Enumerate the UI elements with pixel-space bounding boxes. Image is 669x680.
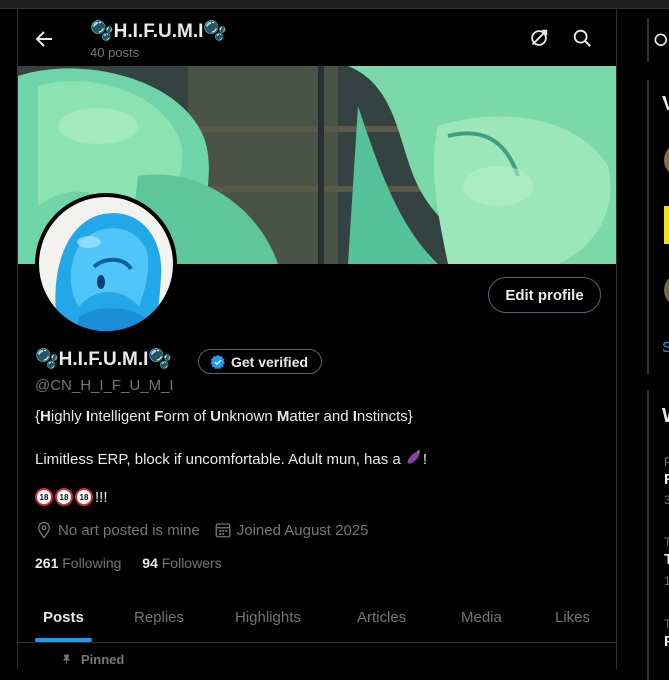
- pinned-label: Pinned: [60, 652, 124, 667]
- location-text: No art posted is mine: [58, 521, 200, 539]
- active-tab-indicator: [35, 638, 92, 642]
- location-icon: [38, 521, 50, 539]
- bio-text: orm of: [163, 408, 211, 425]
- sidebar-card-2-title: W: [662, 405, 669, 428]
- sidebar-card-1-title: V: [662, 93, 669, 115]
- bio-text: H: [40, 408, 51, 425]
- sidebar-trend-meta: T: [664, 535, 669, 549]
- following-label: Following: [62, 555, 122, 571]
- header-title: 🫧H.I.F.U.M.I🫧: [90, 21, 228, 42]
- sidebar-trend-meta: P: [664, 455, 669, 469]
- avatar-image: [39, 197, 173, 331]
- followers-link[interactable]: 94 Followers: [142, 555, 221, 571]
- sidebar-trend[interactable]: P: [664, 633, 669, 650]
- user-handle: @CN_H_I_F_U_M_I: [35, 377, 174, 394]
- adult-18-icon: 18: [55, 488, 73, 506]
- pin-icon: [62, 654, 71, 665]
- sidebar-promo: [664, 206, 669, 244]
- bio-line-2: Limitless ERP, block if uncomfortable. A…: [35, 449, 427, 468]
- bio-text: Limitless ERP, block if uncomfortable. A…: [35, 451, 401, 468]
- back-arrow-icon[interactable]: [32, 27, 56, 51]
- tab-highlights[interactable]: Highlights: [235, 593, 301, 642]
- follow-stats: 261 Following 94 Followers: [35, 555, 222, 571]
- profile-column: 🫧H.I.F.U.M.I🫧 40 posts Edit profile 🫧H.I…: [17, 9, 617, 669]
- bio-line-3: 18 18 18 !!!: [35, 488, 108, 506]
- sidebar-search-box[interactable]: [647, 18, 667, 62]
- sidebar-show-more[interactable]: S: [662, 339, 669, 356]
- grok-icon[interactable]: [528, 27, 550, 49]
- pinned-text: Pinned: [81, 652, 125, 667]
- sidebar-avatar: [664, 143, 669, 177]
- get-verified-button[interactable]: Get verified: [198, 349, 323, 374]
- calendar-icon: [215, 523, 231, 538]
- bio-text: ntelligent: [90, 408, 155, 425]
- browser-top-strip: [0, 0, 669, 9]
- bio-text: nknown: [220, 408, 277, 425]
- get-verified-label: Get verified: [231, 353, 309, 370]
- bio-text: ighly: [50, 408, 86, 425]
- followers-count: 94: [142, 555, 158, 571]
- tab-media[interactable]: Media: [461, 593, 502, 642]
- joined-date: Joined August 2025: [236, 521, 369, 539]
- sidebar-trend[interactable]: T: [664, 551, 669, 568]
- bio-text: !: [422, 451, 428, 468]
- edit-profile-button[interactable]: Edit profile: [488, 277, 601, 313]
- header-post-count: 40 posts: [90, 45, 140, 60]
- tab-articles[interactable]: Articles: [357, 593, 406, 642]
- eggplant-icon: [407, 449, 420, 464]
- sidebar-trend-meta: 3: [664, 493, 669, 507]
- sidebar-trend-meta: 1: [664, 574, 669, 588]
- sidebar-card-2: W P F 3 T T 1 T P: [647, 390, 669, 680]
- bio-text: atter and: [289, 408, 353, 425]
- bio-text: U: [210, 408, 221, 425]
- sidebar-card-1: V S: [647, 80, 669, 375]
- search-icon[interactable]: [571, 27, 593, 49]
- following-count: 261: [35, 555, 59, 571]
- tab-posts[interactable]: Posts: [43, 593, 84, 642]
- tab-likes[interactable]: Likes: [555, 593, 590, 642]
- bio-text: M: [276, 408, 290, 425]
- adult-18-icon: 18: [35, 488, 53, 506]
- sidebar-trend-meta: T: [664, 617, 669, 631]
- tab-replies[interactable]: Replies: [134, 593, 184, 642]
- adult-18-icon: 18: [75, 488, 93, 506]
- following-link[interactable]: 261 Following: [35, 555, 121, 571]
- sidebar-trend[interactable]: F: [664, 471, 669, 488]
- profile-meta: No art posted is mine Joined August 2025: [35, 521, 369, 539]
- sidebar-search-icon: [654, 33, 667, 46]
- bio-line-1: {Highly Intelligent Form of Unknown Matt…: [35, 408, 413, 425]
- followers-label: Followers: [161, 555, 222, 571]
- profile-header: 🫧H.I.F.U.M.I🫧 40 posts: [18, 9, 616, 66]
- profile-avatar[interactable]: [35, 193, 177, 335]
- bio-text: nstincts}: [356, 408, 413, 425]
- profile-tabs: Posts Replies Highlights Articles Media …: [18, 593, 616, 643]
- sidebar-avatar: [664, 273, 669, 307]
- display-name: 🫧H.I.F.U.M.I🫧: [35, 349, 173, 370]
- verified-badge-icon: [210, 354, 225, 369]
- bio-text: !!!: [95, 488, 108, 506]
